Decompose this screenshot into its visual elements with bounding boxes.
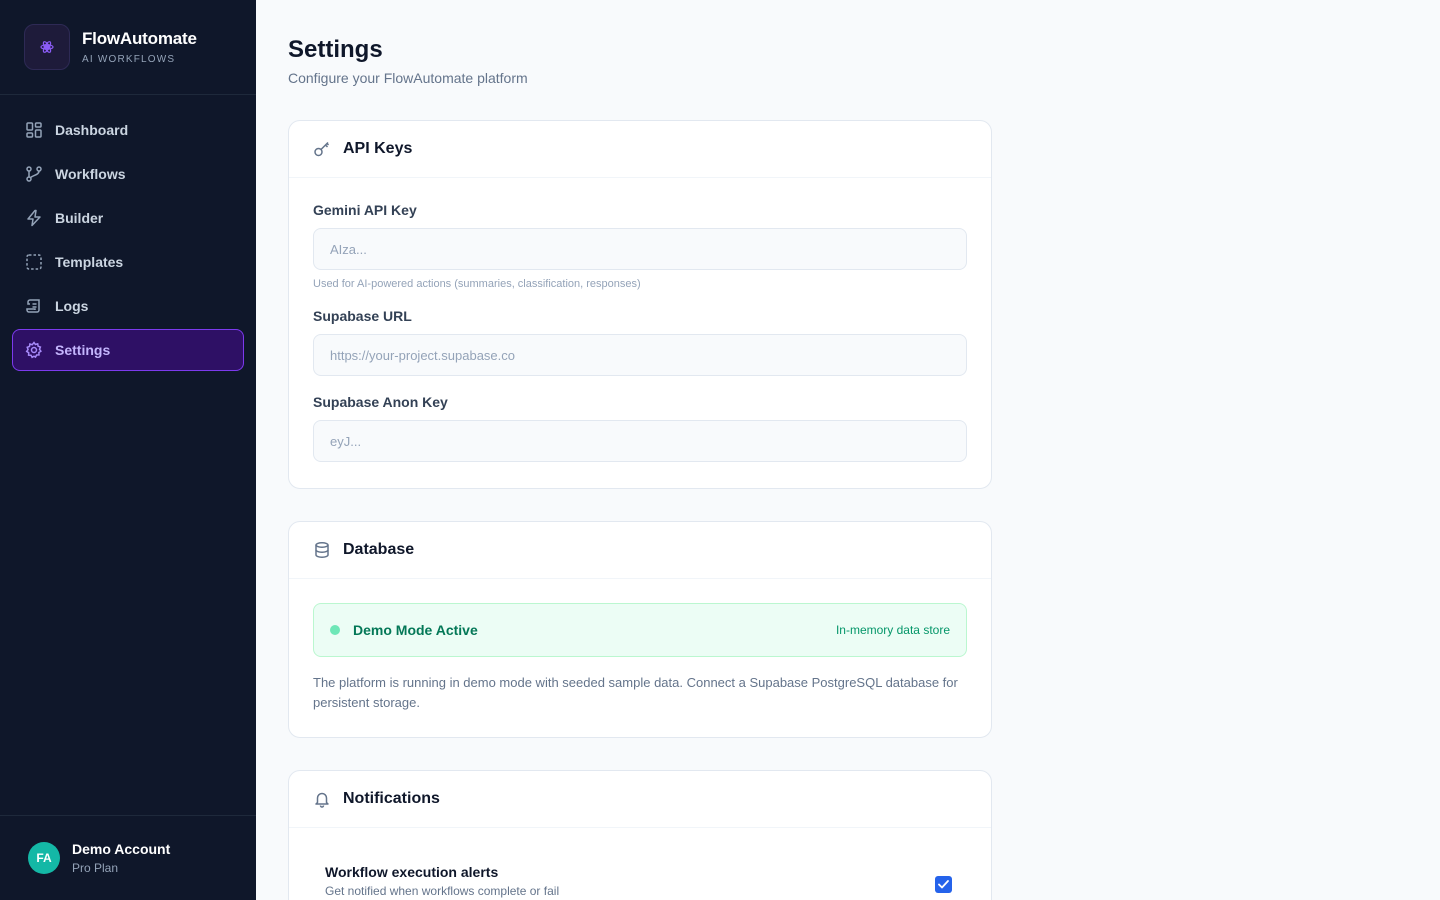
- sidebar-item-builder[interactable]: Builder: [12, 197, 244, 239]
- account-name: Demo Account: [72, 841, 171, 857]
- card-title: Notifications: [343, 790, 440, 807]
- card-title: Database: [343, 541, 415, 558]
- notification-setting-row: Workflow execution alerts Get notified w…: [313, 852, 967, 898]
- brand-tagline: AI WORKFLOWS: [82, 54, 176, 65]
- sidebar-nav: Dashboard Workflows Builder Templates Lo…: [0, 95, 256, 371]
- gemini-key-input[interactable]: [313, 228, 967, 270]
- notification-subtitle: Get notified when workflows complete or …: [325, 884, 560, 898]
- template-dashed-icon: [25, 253, 43, 271]
- sidebar-item-label: Workflows: [55, 166, 126, 182]
- status-detail: In-memory data store: [835, 623, 950, 637]
- sidebar-item-logs[interactable]: Logs: [12, 285, 244, 327]
- account-panel[interactable]: FA Demo Account Pro Plan: [0, 815, 256, 900]
- git-branch-icon: [25, 165, 43, 183]
- sidebar-item-templates[interactable]: Templates: [12, 241, 244, 283]
- gear-icon: [25, 341, 43, 359]
- card-header: API Keys: [289, 121, 991, 178]
- database-description: The platform is running in demo mode wit…: [313, 675, 958, 710]
- brand-logo-icon[interactable]: [24, 24, 70, 70]
- bell-icon: [313, 790, 331, 808]
- notifications-card: Notifications Workflow execution alerts …: [288, 770, 992, 900]
- sidebar-item-settings[interactable]: Settings: [12, 329, 244, 371]
- card-header: Database: [289, 522, 991, 579]
- gemini-key-help: Used for AI-powered actions (summaries, …: [313, 278, 641, 290]
- sidebar-item-label: Dashboard: [55, 122, 129, 138]
- dashboard-grid-icon: [25, 121, 43, 139]
- sidebar-item-workflows[interactable]: Workflows: [12, 153, 244, 195]
- status-dot-icon: [330, 625, 340, 635]
- avatar: FA: [28, 842, 60, 874]
- supabase-anon-key-input[interactable]: [313, 420, 967, 462]
- brand: FlowAutomate AI WORKFLOWS: [0, 0, 256, 95]
- workflow-alerts-checkbox[interactable]: [935, 876, 952, 893]
- database-card: Database Demo Mode Active In-memory data…: [288, 521, 992, 738]
- api-keys-card: API Keys Gemini API Key Used for AI-powe…: [288, 120, 992, 489]
- card-header: Notifications: [289, 771, 991, 828]
- database-icon: [313, 541, 331, 559]
- sidebar: FlowAutomate AI WORKFLOWS Dashboard Work…: [0, 0, 256, 900]
- scroll-icon: [25, 297, 43, 315]
- key-icon: [313, 140, 331, 158]
- lightning-icon: [25, 209, 43, 227]
- sidebar-item-label: Builder: [55, 210, 104, 226]
- brand-name: FlowAutomate: [82, 29, 197, 48]
- sidebar-item-label: Logs: [55, 298, 89, 314]
- demo-mode-status: Demo Mode Active In-memory data store: [313, 603, 967, 657]
- sidebar-item-dashboard[interactable]: Dashboard: [12, 109, 244, 151]
- page-subtitle: Configure your FlowAutomate platform: [288, 70, 528, 86]
- status-label: Demo Mode Active: [353, 622, 478, 638]
- supabase-url-input[interactable]: [313, 334, 967, 376]
- sidebar-item-label: Templates: [55, 254, 124, 270]
- card-title: API Keys: [343, 140, 413, 157]
- account-plan: Pro Plan: [72, 861, 119, 875]
- gemini-key-label: Gemini API Key: [313, 202, 417, 218]
- supabase-url-label: Supabase URL: [313, 308, 412, 324]
- notification-title: Workflow execution alerts: [325, 864, 499, 880]
- supabase-anon-key-label: Supabase Anon Key: [313, 394, 448, 410]
- sidebar-item-label: Settings: [55, 342, 111, 358]
- page-title: Settings: [288, 36, 383, 63]
